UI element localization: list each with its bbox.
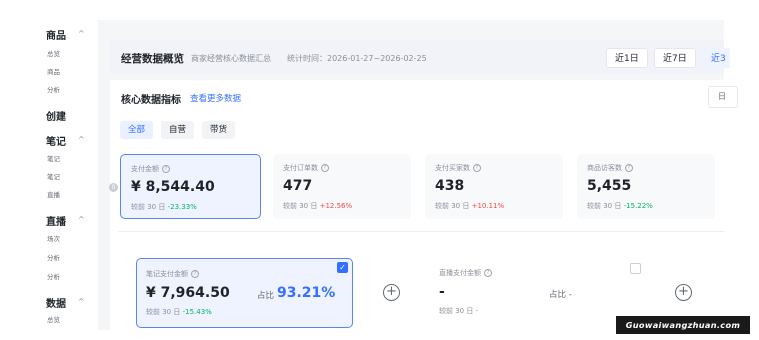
sidebar-section-title[interactable]: 笔记 xyxy=(46,133,66,148)
page-subtitle: 商家经营核心数据汇总 xyxy=(191,54,271,63)
metric-label: 笔记支付金额? xyxy=(146,269,199,279)
compare-prefix: 较前 30 日 xyxy=(435,202,470,210)
chevron-up-icon[interactable]: ^ xyxy=(78,215,85,224)
metric-label: 直播支付金额? xyxy=(439,268,492,278)
compare-change: +10.11% xyxy=(471,202,505,210)
info-icon[interactable]: ? xyxy=(191,270,199,278)
chevron-up-icon[interactable]: ^ xyxy=(78,29,85,38)
page-title: 经营数据概览 xyxy=(121,53,184,65)
date-toggle-button[interactable]: 日 xyxy=(708,86,738,108)
checkbox-unchecked-icon[interactable] xyxy=(630,263,641,274)
compare-change: -15.43% xyxy=(182,308,212,316)
metric-compare: 较前 30 日 +12.56% xyxy=(283,201,352,211)
sidebar-item[interactable]: 直播 xyxy=(47,189,60,199)
metric-label: 支付金额? xyxy=(131,164,170,174)
sidebar-section-title[interactable]: 直播 xyxy=(46,213,66,228)
metric-label: 支付买家数? xyxy=(435,163,481,173)
sidebar-item[interactable]: 分析 xyxy=(47,84,60,94)
metric-compare: 较前 30 日 +10.11% xyxy=(435,201,504,211)
watermark: Guowaiwangzhuan.com xyxy=(616,316,750,334)
metric-value: 477 xyxy=(283,178,313,194)
add-icon[interactable]: + xyxy=(383,284,400,301)
info-icon[interactable]: ? xyxy=(321,164,329,172)
metric-label-text: 笔记支付金额 xyxy=(146,270,188,278)
compare-prefix: 较前 30 日 xyxy=(587,202,622,210)
tab-self[interactable]: 自营 xyxy=(161,121,195,139)
sidebar-section-title[interactable]: 商品 xyxy=(46,27,66,42)
metric-label-text: 支付金额 xyxy=(131,165,159,173)
add-icon[interactable]: + xyxy=(675,284,692,301)
info-icon[interactable]: ? xyxy=(162,165,170,173)
checkbox-checked-icon[interactable]: ✓ xyxy=(337,262,348,273)
chevron-up-icon[interactable]: ^ xyxy=(78,135,85,144)
range-7d-button[interactable]: 近7日 xyxy=(654,48,696,68)
metric-label: 支付订单数? xyxy=(283,163,329,173)
metric-card-visitors[interactable]: 商品访客数? 5,455 较前 30 日 -15.22% xyxy=(577,154,715,219)
tab-affiliate[interactable]: 带货 xyxy=(202,121,236,139)
compare-change: -23.33% xyxy=(167,203,197,211)
scroll-left-icon[interactable]: 0 xyxy=(109,183,118,192)
metric-card-orders[interactable]: 支付订单数? 477 较前 30 日 +12.56% xyxy=(273,154,411,219)
view-more-link[interactable]: 查看更多数据 xyxy=(190,92,241,104)
sidebar-item[interactable]: 总览 xyxy=(47,48,60,58)
note-pay-amount-card[interactable]: 笔记支付金额? ¥ 7,964.50 较前 30 日 -15.43% 占比 93… xyxy=(136,258,353,328)
info-icon[interactable]: ? xyxy=(484,269,492,277)
compare-prefix: 较前 30 日 xyxy=(146,308,181,316)
share-label: 占比 - xyxy=(549,290,572,300)
share-label: 占比 xyxy=(257,291,275,301)
compare-prefix: 较前 30 日 xyxy=(131,203,166,211)
compare-prefix: 较前 30 日 xyxy=(283,202,318,210)
metric-value: 438 xyxy=(435,178,465,194)
stat-period: 统计时间：2026-01-27~2026-02-25 xyxy=(287,54,427,63)
app-root: 商品 ^ 总览 商品 分析 创建 笔记 ^ 笔记 笔记 直播 直播 ^ 场次 分… xyxy=(0,0,759,340)
metric-label-text: 支付买家数 xyxy=(435,164,470,172)
sidebar: 商品 ^ 总览 商品 分析 创建 笔记 ^ 笔记 笔记 直播 直播 ^ 场次 分… xyxy=(0,0,98,340)
sidebar-item[interactable]: 分析 xyxy=(47,271,60,281)
metric-label-text: 直播支付金额 xyxy=(439,269,481,277)
metric-compare: 较前 30 日 - xyxy=(439,307,479,315)
range-1d-button[interactable]: 近1日 xyxy=(606,48,648,68)
compare-change: -15.22% xyxy=(623,202,653,210)
sidebar-item[interactable]: 总览 xyxy=(47,314,60,324)
metric-card-buyers[interactable]: 支付买家数? 438 较前 30 日 +10.11% xyxy=(425,154,563,219)
sidebar-item[interactable]: 商品 xyxy=(47,66,60,76)
metric-label: 商品访客数? xyxy=(587,163,633,173)
live-pay-amount-card[interactable]: 直播支付金额? - 较前 30 日 - 占比 - xyxy=(439,258,639,328)
sidebar-section-title[interactable]: 数据 xyxy=(46,295,66,310)
chevron-up-icon[interactable]: ^ xyxy=(78,297,85,306)
share-value: 93.21% xyxy=(277,285,336,301)
section-title: 核心数据指标 xyxy=(121,95,181,106)
sidebar-item[interactable]: 笔记 xyxy=(47,153,60,163)
metric-label-text: 商品访客数 xyxy=(587,164,622,172)
compare-change: +12.56% xyxy=(319,202,353,210)
divider xyxy=(118,231,724,232)
metric-card-pay-amount[interactable]: 支付金额? ¥ 8,544.40 较前 30 日 -23.33% xyxy=(120,154,261,219)
metric-compare: 较前 30 日 -23.33% xyxy=(131,202,197,212)
tab-all[interactable]: 全部 xyxy=(120,121,154,139)
metric-value: 5,455 xyxy=(587,178,632,194)
info-icon[interactable]: ? xyxy=(625,164,633,172)
metric-compare: 较前 30 日 -15.43% xyxy=(146,307,212,317)
info-icon[interactable]: ? xyxy=(473,164,481,172)
range-30d-button[interactable]: 近3 xyxy=(702,48,730,68)
sidebar-item[interactable]: 场次 xyxy=(47,233,60,243)
sidebar-section-title[interactable]: 创建 xyxy=(46,108,66,123)
metric-label-text: 支付订单数 xyxy=(283,164,318,172)
sidebar-item[interactable]: 笔记 xyxy=(47,171,60,181)
metric-value: ¥ 7,964.50 xyxy=(146,285,230,301)
metric-value: ¥ 8,544.40 xyxy=(131,179,215,195)
metric-value: - xyxy=(439,284,445,300)
metric-compare: 较前 30 日 -15.22% xyxy=(587,201,653,211)
sidebar-item[interactable]: 分析 xyxy=(47,252,60,262)
